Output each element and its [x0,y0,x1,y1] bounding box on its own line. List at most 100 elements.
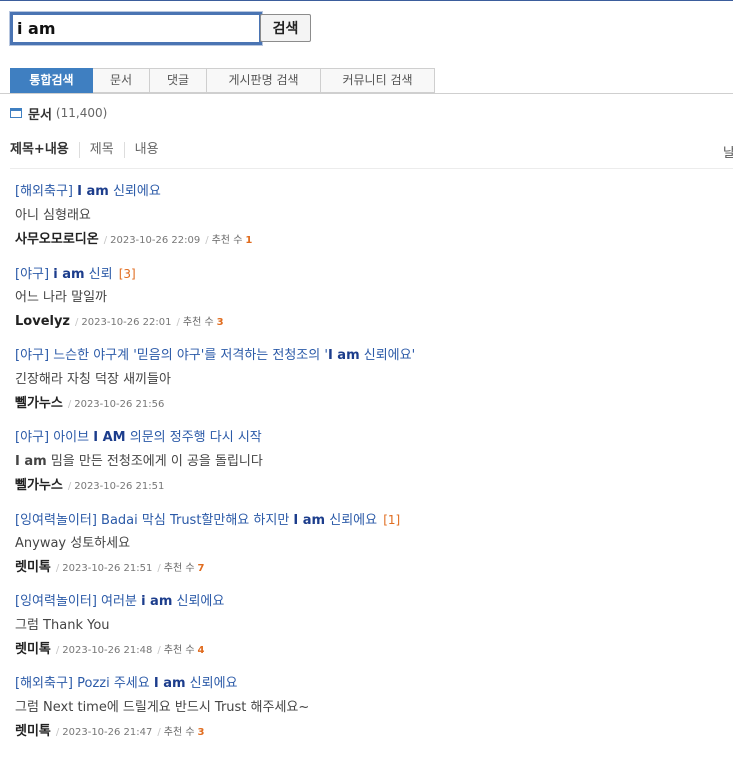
snippet-highlight: I am [15,454,47,469]
tab-documents[interactable]: 문서 [93,68,150,93]
title-text: 신뢰에요 [172,594,225,609]
result-author[interactable]: 사무오모로디온 [15,232,99,247]
section-count: (11,400) [55,106,108,120]
result-category: [잉여력놀이터] [15,513,97,528]
search-button[interactable]: 검색 [260,14,311,42]
result-item: [잉여력놀이터] 여러분 i am 신뢰에요 그럼 Thank You 렛미톡 /… [15,593,730,675]
result-date: 2023-10-26 22:01 [81,317,172,328]
result-item: [야구] i am 신뢰 [3] 어느 나라 말일까 Lovelyz / 2023-… [15,265,730,347]
result-rec-value: 7 [197,563,205,574]
title-highlight: i am [141,594,173,609]
result-rec-value: 3 [216,317,224,328]
result-title[interactable]: [해외축구] Pozzi 주세요 I am 신뢰에요 [15,675,730,693]
result-meta: 뻴가누스 /2023-10-26 21:51 [15,475,730,493]
result-category: [잉여력놀이터] [15,594,97,609]
meta-separator: / [55,727,60,738]
result-rec-label: 추천 수 [211,235,243,246]
result-snippet: 어느 나라 말일까 [15,290,107,305]
result-author[interactable]: 렛미톡 [15,724,51,739]
title-highlight: I AM [93,430,126,445]
result-rec-label: 추천 수 [163,645,195,656]
title-text: 느슨한 야구계 '믿음의 야구'를 저격하는 전청조의 ' [49,348,328,363]
result-rec-value: 4 [197,645,205,656]
result-title[interactable]: [야구] 느슨한 야구계 '믿음의 야구'를 저격하는 전청조의 'I am 신… [15,347,730,365]
result-snippet: 긴장해라 자칭 덕장 새끼들아 [15,372,171,387]
comment-count[interactable]: [1] [383,513,400,527]
search-filters: 제목+내용 제목 내용 [10,140,169,160]
filter-title[interactable]: 제목 [78,142,124,158]
tab-comments[interactable]: 댓글 [150,68,207,93]
result-meta: 뻴가누스 /2023-10-26 21:56 [15,393,730,411]
meta-separator: / [157,727,161,738]
result-category: [야구] [15,348,50,363]
result-title[interactable]: [해외축구] I am 신뢰에요 [15,183,730,201]
result-category: [해외축구] [15,184,73,199]
title-text: 신뢰에요 [325,513,378,528]
title-text: Pozzi 주세요 [72,676,154,691]
result-title[interactable]: [야구] i am 신뢰 [3] [15,265,730,283]
result-date: 2023-10-26 22:09 [110,235,201,246]
filters-divider [10,168,733,169]
title-text: 신뢰에요' [359,348,416,363]
result-item: [야구] 느슨한 야구계 '믿음의 야구'를 저격하는 전청조의 'I am 신… [15,347,730,429]
document-icon [10,108,22,118]
meta-separator: / [176,317,180,328]
result-rec-value: 3 [197,727,205,738]
result-title[interactable]: [야구] 아이브 I AM 의문의 정주행 다시 시작 [15,429,730,447]
result-rec-label: 추천 수 [182,317,214,328]
result-author[interactable]: 렛미톡 [15,560,51,575]
title-text: 신뢰에요 [108,184,161,199]
filter-title-content[interactable]: 제목+내용 [10,142,79,158]
meta-separator: / [157,645,161,656]
search-tabs: 통합검색 문서 댓글 게시판명 검색 커뮤니티 검색 [10,68,435,93]
result-date: 2023-10-26 21:47 [62,727,153,738]
meta-separator: / [67,399,72,410]
comment-count[interactable]: [3] [119,267,136,281]
result-item: [잉여력놀이터] Badai 막심 Trust할만해요 하지만 I am 신뢰에… [15,511,730,593]
result-author[interactable]: 뻴가누스 [15,478,63,493]
section-title: 문서 [28,107,52,123]
title-text: Badai 막심 Trust할만해요 하지만 [96,513,294,528]
result-author[interactable]: Lovelyz [15,314,70,329]
result-category: [야구] [15,267,50,282]
snippet-text: 밈을 만든 전청조에게 이 공을 돌립니다 [46,454,263,469]
result-category: [야구] [15,430,50,445]
title-text: 여러분 [96,594,142,609]
filter-content[interactable]: 내용 [123,142,169,158]
result-rec-label: 추천 수 [163,727,195,738]
result-snippet: 아니 심형래요 [15,208,91,223]
tab-board-name[interactable]: 게시판명 검색 [207,68,321,93]
title-highlight: I am [77,184,109,199]
result-date: 2023-10-26 21:56 [74,399,165,410]
meta-separator: / [103,235,108,246]
result-meta: Lovelyz/2023-10-26 22:01/추천 수3 [15,311,730,329]
results-list: [해외축구] I am 신뢰에요 아니 심형래요 사무오모로디온/2023-10… [15,183,730,757]
result-author[interactable]: 뻴가누스 [15,396,63,411]
tab-community[interactable]: 커뮤니티 검색 [321,68,435,93]
result-title[interactable]: [잉여력놀이터] 여러분 i am 신뢰에요 [15,593,730,611]
meta-separator: / [205,235,209,246]
result-meta: 렛미톡/2023-10-26 21:48/추천 수4 [15,639,730,657]
search-input[interactable] [9,11,263,46]
meta-separator: / [157,563,161,574]
result-title[interactable]: [잉여력놀이터] Badai 막심 Trust할만해요 하지만 I am 신뢰에… [15,511,730,529]
title-text: 아이브 [49,430,94,445]
title-highlight: I am [327,348,360,363]
result-rec-value: 1 [245,235,253,246]
result-category: [해외축구] [15,676,73,691]
sort-date-option[interactable]: 날 [723,142,733,161]
result-snippet: 그럼 Next time에 드릴게요 반드시 Trust 해주세요~ [15,700,310,715]
result-item: [해외축구] Pozzi 주세요 I am 신뢰에요 그럼 Next time에… [15,675,730,757]
result-item: [야구] 아이브 I AM 의문의 정주행 다시 시작 I am 밈을 만든 전… [15,429,730,511]
tabs-divider [0,93,733,94]
result-rec-label: 추천 수 [163,563,195,574]
tab-integrated[interactable]: 통합검색 [10,68,93,93]
result-author[interactable]: 렛미톡 [15,642,51,657]
result-meta: 렛미톡/2023-10-26 21:47/추천 수3 [15,721,730,739]
title-text: 신뢰 [84,267,113,282]
result-date: 2023-10-26 21:48 [62,645,153,656]
meta-separator: / [55,563,60,574]
result-meta: 사무오모로디온/2023-10-26 22:09/추천 수1 [15,229,730,247]
title-highlight: I am [293,513,326,528]
title-highlight: i am [53,267,85,282]
